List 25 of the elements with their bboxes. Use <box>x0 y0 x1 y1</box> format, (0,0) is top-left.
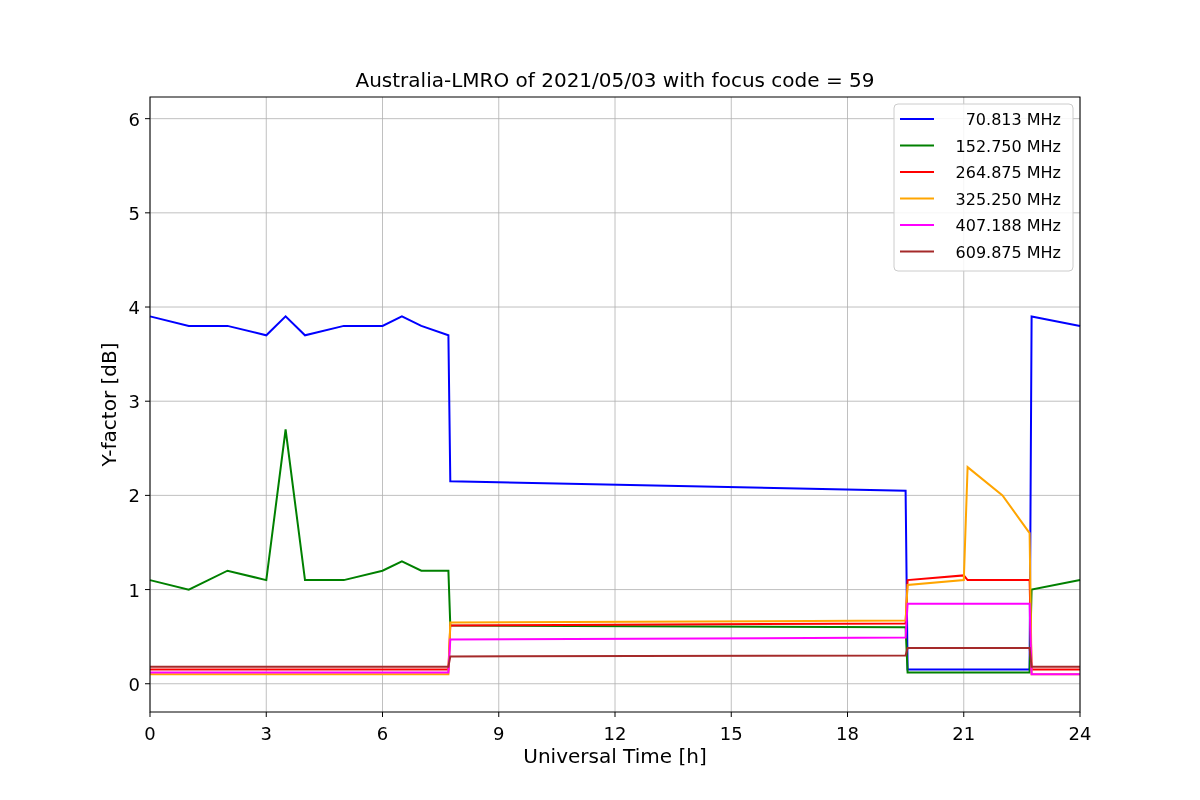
legend-label: 325.250 MHz <box>955 189 1061 209</box>
axis-tick-label: 3 <box>260 723 272 744</box>
axis-tick-label: 12 <box>603 723 627 744</box>
x-axis-label: Universal Time [h] <box>523 744 707 768</box>
legend-label: 152.750 MHz <box>955 136 1061 156</box>
axis-tick-label: 0 <box>144 723 156 744</box>
legend-label: 609.875 MHz <box>955 242 1061 262</box>
legend-label: 407.188 MHz <box>955 216 1061 235</box>
axis-tick-label: 2 <box>128 485 140 507</box>
axis-tick-label: 21 <box>952 723 976 744</box>
axis-tick-label: 15 <box>719 723 743 744</box>
axis-tick-label: 5 <box>128 202 140 224</box>
axis-tick-label: 0 <box>128 673 140 695</box>
axis-tick-label: 4 <box>128 297 140 318</box>
axis-tick-label: 1 <box>128 579 140 601</box>
y-axis-label: Y-factor [dB] <box>97 342 121 467</box>
axis-tick-label: 9 <box>493 723 505 744</box>
axis-tick-label: 3 <box>128 391 140 413</box>
axis-tick-label: 24 <box>1068 723 1092 744</box>
legend-label: 264.875 MHz <box>955 163 1061 182</box>
axis-tick-label: 6 <box>128 108 140 130</box>
chart-title: Australia-LMRO of 2021/05/03 with focus code = 59 <box>355 68 875 92</box>
legend-label: 70.813 MHz <box>965 110 1061 129</box>
axis-tick-label: 6 <box>376 723 389 744</box>
axis-tick-label: 18 <box>836 723 859 744</box>
